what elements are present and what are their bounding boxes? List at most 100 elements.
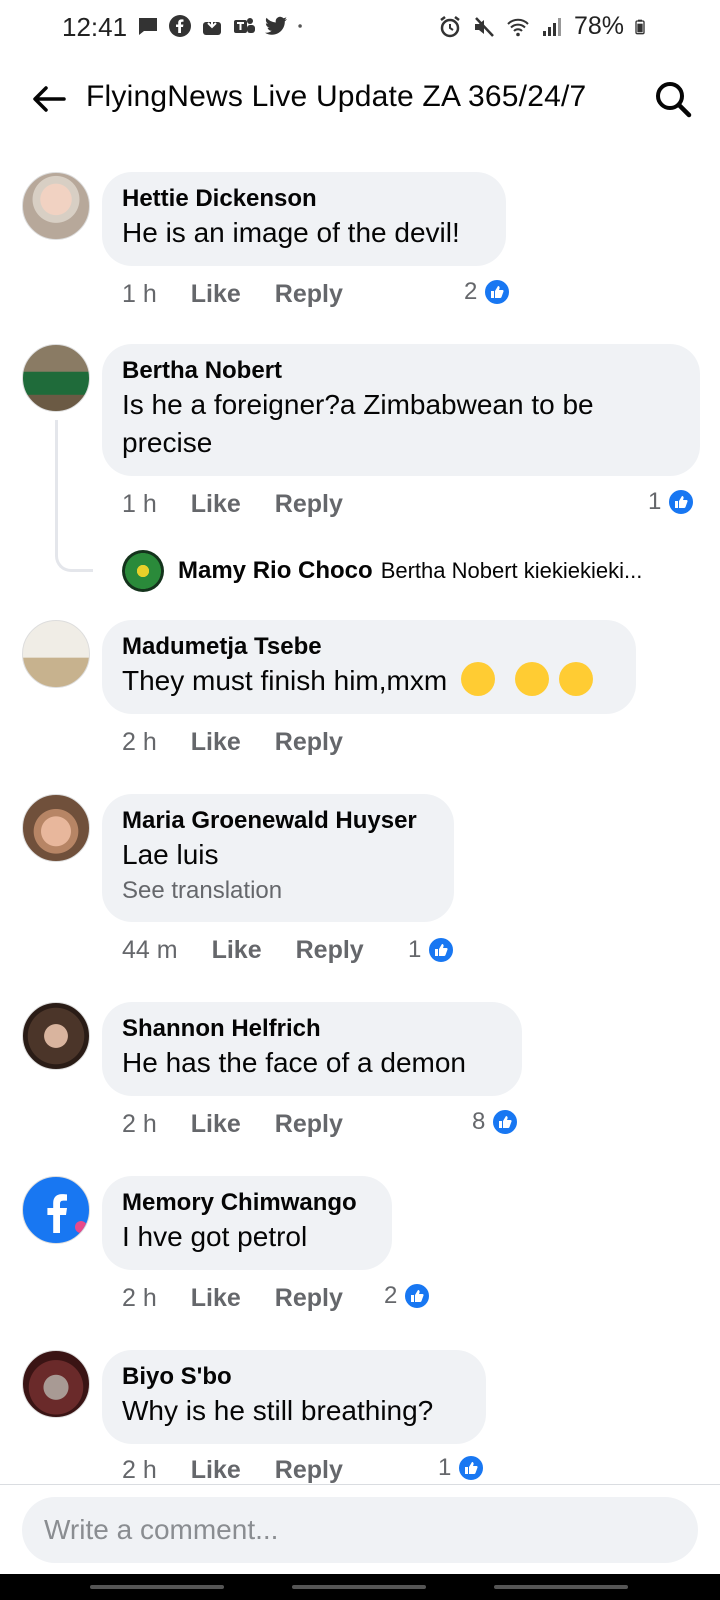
page-title: FlyingNews Live Update ZA 365/24/7 (86, 80, 587, 113)
avatar[interactable] (22, 794, 90, 862)
reaction-number: 2 (464, 278, 478, 305)
reply-author[interactable]: Mamy Rio Choco (178, 557, 373, 585)
twitter-icon (265, 16, 287, 35)
reaction-count[interactable]: 8 (472, 1104, 520, 1140)
back-arrow-icon[interactable] (26, 76, 72, 122)
nav-back-button[interactable] (494, 1585, 628, 1589)
reply-button[interactable]: Reply (275, 728, 343, 757)
message-icon (139, 18, 157, 35)
comment-text: Is he a foreigner?a Zimbabwean to be pre… (122, 389, 594, 458)
like-button[interactable]: Like (191, 280, 241, 309)
comment-text: They must finish him,mxm (122, 665, 448, 696)
comment-time[interactable]: 2 h (122, 1110, 157, 1139)
reply-button[interactable]: Reply (275, 280, 343, 309)
comment-time[interactable]: 1 h (122, 490, 157, 519)
battery-icon (635, 19, 645, 34)
avatar[interactable] (22, 172, 90, 240)
search-icon[interactable] (650, 76, 696, 122)
reaction-number: 2 (384, 1282, 398, 1309)
like-button[interactable]: Like (191, 1110, 241, 1139)
comment-actions: 2 h Like Reply (122, 722, 377, 762)
avatar[interactable] (22, 1176, 90, 1244)
reaction-count[interactable]: 1 (648, 484, 696, 520)
comment-time[interactable]: 44 m (122, 936, 178, 965)
comment-bubble: Bertha Nobert Is he a foreigner?a Zimbab… (102, 344, 700, 476)
system-icons: 78% (438, 12, 650, 41)
comment-text: Lae luis (122, 839, 219, 870)
like-button[interactable]: Like (191, 1456, 241, 1485)
reply-button[interactable]: Reply (275, 1456, 343, 1485)
like-reaction-icon (483, 278, 512, 306)
comment-bubble: Biyo S'bo Why is he still breathing? (102, 1350, 486, 1444)
mute-icon (474, 16, 494, 37)
download-icon (203, 17, 221, 35)
comment-author[interactable]: Hettie Dickenson (122, 184, 486, 214)
like-button[interactable]: Like (191, 1284, 241, 1313)
reply-preview[interactable]: Mamy Rio Choco Bertha Nobert kiekiekieki… (122, 548, 642, 594)
avatar[interactable] (22, 1002, 90, 1070)
comment-time[interactable]: 2 h (122, 1284, 157, 1313)
dot-icon (298, 24, 302, 28)
facebook-logo-icon (47, 1194, 87, 1233)
reaction-count[interactable]: 1 (438, 1450, 486, 1486)
nav-home-button[interactable] (292, 1585, 426, 1589)
notification-icons (136, 14, 310, 38)
teams-icon (234, 18, 255, 33)
reply-button[interactable]: Reply (296, 936, 364, 965)
alarm-icon (440, 15, 460, 37)
comment-author[interactable]: Shannon Helfrich (122, 1014, 502, 1044)
comment-input[interactable] (22, 1497, 698, 1563)
comment-author[interactable]: Bertha Nobert (122, 356, 680, 386)
comment-bubble: Shannon Helfrich He has the face of a de… (102, 1002, 522, 1096)
reply-thread-line (55, 420, 93, 572)
like-button[interactable]: Like (212, 936, 262, 965)
comment-bubble: Maria Groenewald Huyser Lae luis See tra… (102, 794, 454, 922)
comment-author[interactable]: Biyo S'bo (122, 1362, 466, 1392)
like-reaction-icon (667, 488, 696, 516)
nav-recent-button[interactable] (90, 1585, 224, 1589)
like-reaction-icon (427, 936, 456, 964)
reply-button[interactable]: Reply (275, 490, 343, 519)
comment-time[interactable]: 2 h (122, 1456, 157, 1485)
comment-bubble: Madumetja Tsebe They must finish him,mxm (102, 620, 636, 714)
reply-button[interactable]: Reply (275, 1284, 343, 1313)
like-reaction-icon (491, 1108, 520, 1136)
reply-snippet: Bertha Nobert kiekiekieki... (380, 558, 643, 583)
reaction-count[interactable]: 2 (384, 1278, 432, 1314)
comment-author[interactable]: Maria Groenewald Huyser (122, 806, 434, 836)
see-translation-link[interactable]: See translation (122, 874, 434, 908)
comments-screen: 12:41 78% FlyingNews Live Update ZA 365/… (0, 0, 720, 1600)
reply-avatar (122, 550, 164, 592)
comment-time[interactable]: 2 h (122, 728, 157, 757)
comment-text-row: They must finish him,mxm (122, 662, 616, 700)
comment-actions: 44 m Like Reply (122, 930, 398, 970)
comment-text: He is an image of the devil! (122, 217, 460, 248)
comment-composer (0, 1484, 720, 1574)
comment-actions: 1 h Like Reply (122, 484, 377, 524)
like-button[interactable]: Like (191, 490, 241, 519)
comment-time[interactable]: 1 h (122, 280, 157, 309)
like-button[interactable]: Like (191, 728, 241, 757)
status-time: 12:41 (62, 12, 128, 42)
comment-bubble: Memory Chimwango I hve got petrol (102, 1176, 392, 1270)
wifi-icon (507, 18, 529, 36)
comment-author[interactable]: Madumetja Tsebe (122, 632, 616, 662)
avatar[interactable] (22, 620, 90, 688)
facebook-icon (169, 15, 191, 37)
page-header: FlyingNews Live Update ZA 365/24/7 (0, 60, 720, 136)
system-nav-bar (0, 1574, 720, 1600)
reaction-count[interactable]: 1 (408, 932, 456, 968)
comment-actions: 1 h Like Reply (122, 274, 377, 314)
unamused-face-icon (460, 662, 495, 696)
smirking-face-icon (558, 662, 593, 696)
comment-author[interactable]: Memory Chimwango (122, 1188, 372, 1218)
comment-actions: 2 h Like Reply (122, 1278, 377, 1318)
reaction-count[interactable]: 2 (464, 274, 512, 310)
comment-text: I hve got petrol (122, 1221, 308, 1252)
avatar[interactable] (22, 344, 90, 412)
reaction-number: 1 (438, 1454, 452, 1481)
like-reaction-icon (457, 1454, 486, 1482)
avatar[interactable] (22, 1350, 90, 1418)
comment-text: Why is he still breathing? (122, 1395, 434, 1426)
reply-button[interactable]: Reply (275, 1110, 343, 1139)
